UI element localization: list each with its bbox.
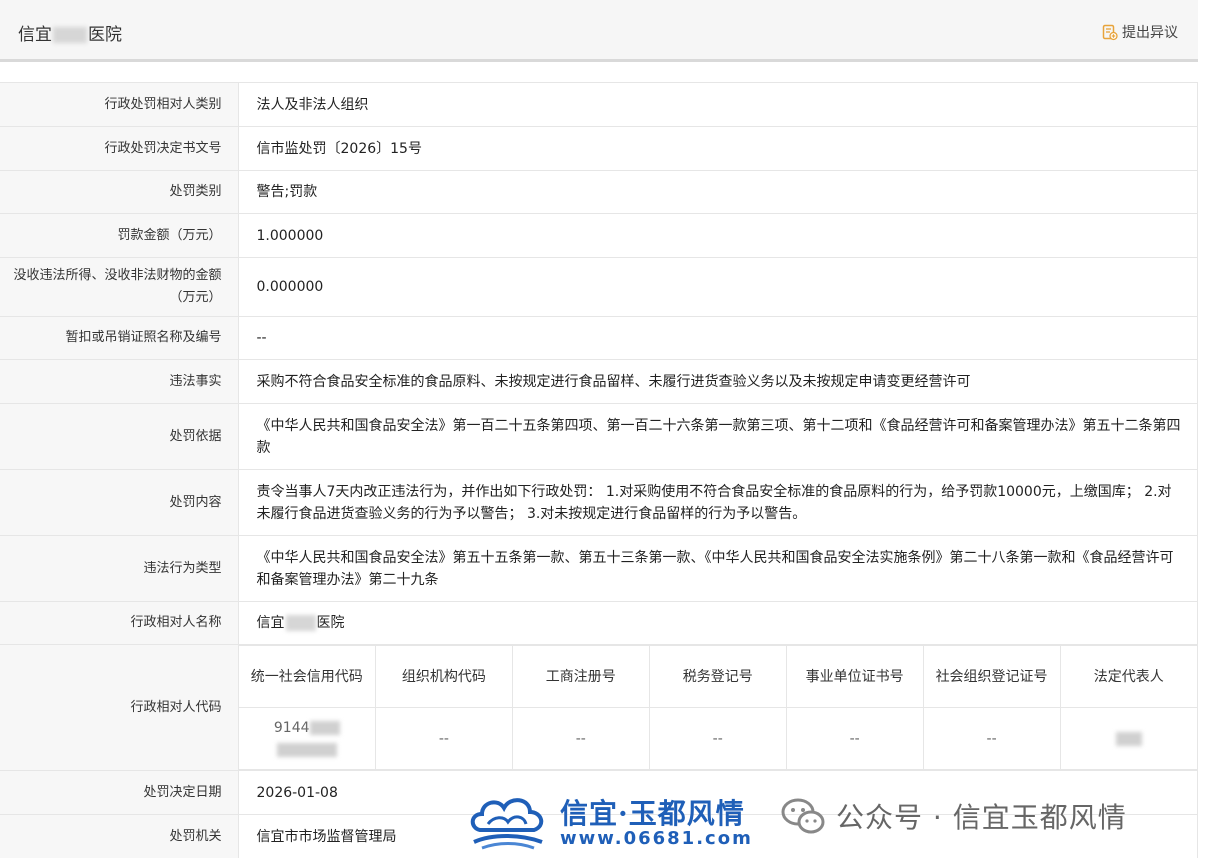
party-code-data-row: 9144 -- -- -- -- -- [238, 707, 1197, 770]
row-label: 行政相对人名称 [0, 601, 239, 645]
row-label: 违法行为类型 [0, 535, 239, 602]
table-row: 暂扣或吊销证照名称及编号 -- [0, 316, 1198, 360]
row-label: 处罚机关 [0, 814, 239, 858]
table-row: 行政相对人代码 统一社会信用代码 组织机构代码 工商注册号 税务登记号 事业单位… [0, 644, 1198, 771]
table-row: 罚款金额（万元） 1.000000 [0, 213, 1198, 258]
column-header: 事业单位证书号 [786, 645, 924, 708]
institution-cert-cell: -- [786, 707, 924, 770]
row-value: 法人及非法人组织 [238, 82, 1198, 127]
column-header: 法定代表人 [1060, 645, 1197, 708]
row-value: 1.000000 [238, 213, 1198, 258]
title-prefix: 信宜 [18, 25, 52, 45]
penalty-detail-table: 行政处罚相对人类别 法人及非法人组织 行政处罚决定书文号 信市监处罚〔2026〕… [0, 82, 1198, 858]
redacted-blur [1115, 731, 1142, 746]
row-value: 信市监处罚〔2026〕15号 [238, 126, 1198, 171]
party-code-header-row: 统一社会信用代码 组织机构代码 工商注册号 税务登记号 事业单位证书号 社会组织… [238, 645, 1197, 708]
party-code-table: 统一社会信用代码 组织机构代码 工商注册号 税务登记号 事业单位证书号 社会组织… [238, 645, 1197, 770]
column-header: 社会组织登记证号 [923, 645, 1061, 708]
table-row: 处罚依据 《中华人民共和国食品安全法》第一百二十五条第四项、第一百二十六条第一款… [0, 403, 1198, 470]
table-row: 行政相对人名称 信宜 医院 [0, 601, 1198, 645]
row-value: 0.000000 [238, 257, 1198, 317]
row-value: -- [238, 316, 1198, 360]
credit-code-cell: 9144 [238, 707, 376, 770]
party-code-cell: 统一社会信用代码 组织机构代码 工商注册号 税务登记号 事业单位证书号 社会组织… [238, 644, 1198, 771]
watermark-overlay: 信宜·玉都风情 www.06681.com 公众号 · 信宜玉都风情 [468, 790, 1180, 854]
row-label: 处罚内容 [0, 469, 239, 536]
cloud-logo-icon [470, 798, 544, 850]
row-value: 《中华人民共和国食品安全法》第五十五条第一款、第五十三条第一款、《中华人民共和国… [238, 535, 1198, 602]
redacted-blur [285, 615, 316, 631]
table-row: 行政处罚相对人类别 法人及非法人组织 [0, 82, 1198, 127]
row-label: 没收违法所得、没收非法财物的金额（万元） [0, 257, 239, 317]
table-row: 处罚类别 警告;罚款 [0, 170, 1198, 214]
row-label: 处罚类别 [0, 170, 239, 214]
row-label: 行政处罚决定书文号 [0, 126, 239, 171]
row-value: 警告;罚款 [238, 170, 1198, 214]
title-suffix: 医院 [88, 25, 122, 45]
column-header: 工商注册号 [512, 645, 650, 708]
row-label: 违法事实 [0, 359, 239, 404]
redacted-blur [276, 742, 337, 757]
legal-rep-cell [1060, 707, 1197, 770]
social-org-cert-cell: -- [923, 707, 1061, 770]
row-value: 责令当事人7天内改正违法行为，并作出如下行政处罚： 1.对采购使用不符合食品安全… [238, 469, 1198, 536]
row-label: 罚款金额（万元） [0, 213, 239, 258]
table-row: 行政处罚决定书文号 信市监处罚〔2026〕15号 [0, 126, 1198, 171]
objection-icon [1102, 24, 1118, 41]
watermark-brand: 信宜·玉都风情 [560, 797, 745, 830]
column-header: 组织机构代码 [375, 645, 513, 708]
table-row: 处罚内容 责令当事人7天内改正违法行为，并作出如下行政处罚： 1.对采购使用不符… [0, 469, 1198, 536]
row-label: 处罚依据 [0, 403, 239, 470]
credit-code-prefix: 9144 [273, 719, 310, 736]
tax-reg-cell: -- [649, 707, 787, 770]
table-row: 违法事实 采购不符合食品安全标准的食品原料、未按规定进行食品留样、未履行进货查验… [0, 359, 1198, 404]
objection-label: 提出异议 [1122, 25, 1178, 41]
column-header: 税务登记号 [649, 645, 787, 708]
row-value: 采购不符合食品安全标准的食品原料、未按规定进行食品留样、未履行进货查验义务以及未… [238, 359, 1198, 404]
org-code-cell: -- [375, 707, 513, 770]
watermark-site: www.06681.com [560, 828, 753, 849]
wechat-watermark: 公众号 · 信宜玉都风情 [780, 796, 1127, 836]
page-header: 信宜 医院 提出异议 [0, 0, 1198, 62]
wechat-icon [781, 798, 825, 834]
party-name-suffix: 医院 [316, 615, 345, 631]
page-title: 信宜 医院 [18, 20, 122, 45]
party-name-prefix: 信宜 [256, 615, 285, 631]
business-reg-cell: -- [512, 707, 650, 770]
wechat-account-text: 公众号 · 信宜玉都风情 [836, 801, 1127, 834]
party-name-value: 信宜 医院 [238, 601, 1198, 645]
table-row: 没收违法所得、没收非法财物的金额（万元） 0.000000 [0, 257, 1198, 317]
row-value: 《中华人民共和国食品安全法》第一百二十五条第四项、第一百二十六条第一款第三项、第… [238, 403, 1198, 470]
redacted-blur [53, 27, 87, 43]
row-label: 行政处罚相对人类别 [0, 82, 239, 127]
redacted-blur [309, 720, 340, 735]
row-label: 处罚决定日期 [0, 770, 239, 815]
column-header: 统一社会信用代码 [238, 645, 376, 708]
row-label: 暂扣或吊销证照名称及编号 [0, 316, 239, 360]
objection-button[interactable]: 提出异议 [1102, 22, 1178, 42]
table-row: 违法行为类型 《中华人民共和国食品安全法》第五十五条第一款、第五十三条第一款、《… [0, 535, 1198, 602]
row-label: 行政相对人代码 [0, 644, 239, 771]
